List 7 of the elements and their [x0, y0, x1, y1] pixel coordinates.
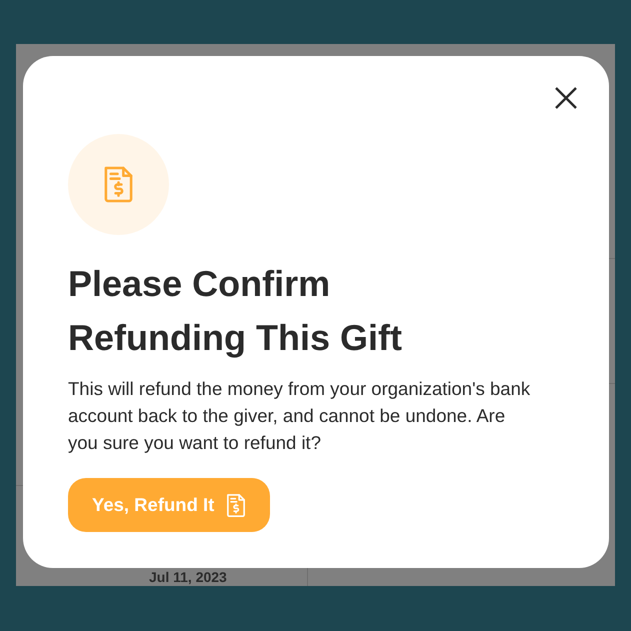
refund-button[interactable]: Yes, Refund It — [68, 478, 270, 532]
invoice-dollar-icon — [103, 165, 134, 204]
close-icon[interactable] — [553, 85, 579, 111]
dialog-title: Please Confirm Refunding This Gift — [68, 262, 403, 360]
invoice-dollar-icon — [226, 492, 246, 518]
dialog-message: This will refund the money from your organization's bank account back to the giver, and cannot be undone. Are you sure you want to refund it? — [68, 377, 532, 455]
date-text: Jul 11, 2023 — [149, 570, 227, 585]
